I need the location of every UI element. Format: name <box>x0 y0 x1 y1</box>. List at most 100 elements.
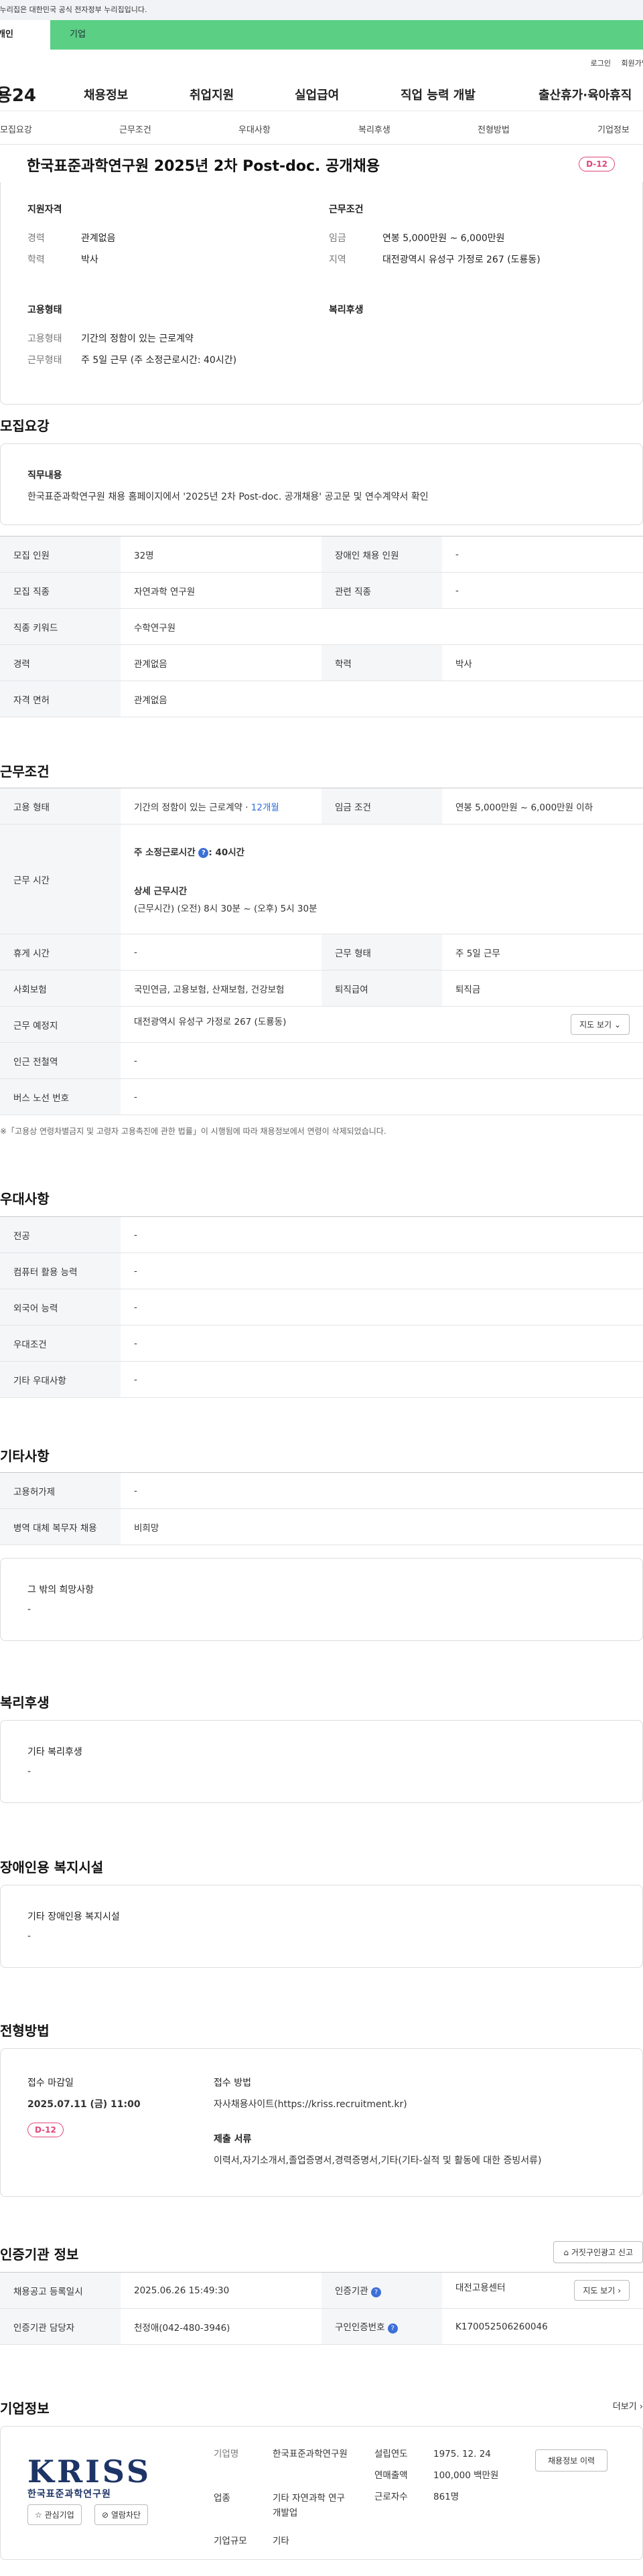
company-more-link[interactable]: 더보기 › <box>613 2399 643 2412</box>
row-header: 채용공고 등록일시 <box>0 2272 121 2309</box>
cond-wage: 임금 연봉 5,000만원 ~ 6,000만원 <box>329 228 610 249</box>
co-sales-value: 100,000 백만원 <box>433 2470 499 2481</box>
map-button-label: 지도 보기 <box>579 1020 612 1029</box>
table-row: 우대조건 - <box>0 1325 643 1362</box>
place-text: 대전광역시 유성구 가정로 267 (도룡동) <box>134 1017 287 1027</box>
duty-card: 직무내용 한국표준과학연구원 채용 홈페이지에서 '2025년 2차 Post-… <box>0 443 643 525</box>
summary-emp: 고용형태 고용형태 기간의 정함이 있는 근로계약 근무형태 주 5일 근무 (주 … <box>27 303 309 371</box>
row-value: - <box>121 1472 643 1509</box>
cert-org-value: 대전고용센터 <box>455 2283 506 2293</box>
anchor-preference[interactable]: 우대사항 <box>238 123 271 135</box>
table-row: 모집 직종 자연과학 연구원 관련 직종 - <box>0 572 643 609</box>
row-value: - <box>121 1253 643 1289</box>
alert-icon: ⌂ <box>563 2248 569 2257</box>
menu-parental-leave[interactable]: 출산휴가·육아휴직 <box>539 86 632 103</box>
row-header: 퇴직급여 <box>322 970 442 1007</box>
map-button[interactable]: 지도 보기 ⌄ <box>571 1014 630 1035</box>
co-founded-value: 1975. 12. 24 <box>433 2449 491 2459</box>
row-value: 천정애(042-480-3946) <box>121 2308 322 2345</box>
report-button[interactable]: ⌂ 거짓구인광고 신고 <box>553 2241 643 2263</box>
signup-link[interactable]: 회원가입 <box>622 58 643 68</box>
conditions-table: 고용 형태 기간의 정함이 있는 근로계약 · 12개월 임금 조건 연봉 5,… <box>0 788 643 1115</box>
anchor-recruit[interactable]: 모집요강 <box>0 123 32 135</box>
docs-heading: 제출 서류 <box>214 2134 252 2145</box>
row-header: 전공 <box>0 1216 121 1253</box>
qual-career-label: 경력 <box>27 233 45 244</box>
row-value: 대전광역시 유성구 가정로 267 (도룡동) 지도 보기 ⌄ <box>121 1006 643 1043</box>
info-icon[interactable]: ? <box>370 2287 381 2297</box>
qual-education: 학력 박사 <box>27 249 309 271</box>
main-nav: 고용24 채용정보 취업지원 실업급여 직업 능력 개발 출산휴가·육아휴직 <box>0 74 643 111</box>
row-value: 기간의 정함이 있는 근로계약 · 12개월 <box>121 788 322 825</box>
menu-jobs[interactable]: 채용정보 <box>84 86 128 103</box>
co-sales-label: 연매출액 <box>374 2470 408 2481</box>
table-row: 버스 노선 번호 - <box>0 1078 643 1115</box>
row-value: K170052506260046 <box>442 2308 643 2345</box>
anchor-welfare[interactable]: 복리후생 <box>358 123 390 135</box>
hours-line: 주 소정근로시간 ?: 40시간 <box>134 845 630 858</box>
chevron-right-icon: › <box>639 2402 643 2412</box>
emp-worktype-label: 근무형태 <box>27 355 62 366</box>
table-row: 직종 키워드 수학연구원 <box>0 608 643 645</box>
history-button[interactable]: 채용정보 이력 <box>535 2449 608 2472</box>
co-industry-label: 업종 <box>214 2493 230 2504</box>
summary-welfare: 복리후생 <box>329 303 610 328</box>
section-cert: 인증기관 정보 <box>0 2246 79 2263</box>
row-value: - <box>121 1361 643 1398</box>
tab-company[interactable]: 기업 <box>50 20 643 50</box>
tab-personal[interactable]: 개인 <box>0 20 50 50</box>
emp-type-label: 고용형태 <box>27 334 62 344</box>
company-logo: KRISS 한국표준과학연구원 <box>27 2453 161 2500</box>
login-link[interactable]: 로그인 <box>591 58 611 68</box>
site-logo[interactable]: 고용24 <box>0 82 36 106</box>
emp-type-value: 기간의 정함이 있는 근로계약 <box>81 334 194 344</box>
table-row: 근무 시간 주 소정근로시간 ?: 40시간 상세 근무시간 (근무시간) (오… <box>0 824 643 934</box>
cert-num-label: 구인인증번호 <box>335 2322 385 2333</box>
gov-banner-text: 이 누리집은 대한민국 공식 전자정부 누리집입니다. <box>0 5 147 14</box>
table-row: 전공 - <box>0 1216 643 1253</box>
interest-button[interactable]: ☆ 관심기업 <box>27 2504 82 2525</box>
row-header: 외국어 능력 <box>0 1289 121 1326</box>
block-button[interactable]: ⊘ 열람차단 <box>94 2504 149 2525</box>
util-row: 로그인 회원가입 <box>0 50 643 74</box>
etc-table: 고용허가제 - 병역 대체 복무자 채용 비희망 <box>0 1472 643 1545</box>
table-row: 기타 우대사항 - <box>0 1361 643 1398</box>
dday-badge: D-12 <box>579 157 615 171</box>
cert-map-button[interactable]: 지도 보기 › <box>574 2280 630 2301</box>
section-recruit: 모집요강 <box>0 418 50 434</box>
row-value: - <box>121 1078 643 1115</box>
more-label: 더보기 <box>612 2402 637 2412</box>
qual-education-value: 박사 <box>81 255 98 265</box>
row-header: 버스 노선 번호 <box>0 1078 121 1115</box>
anchor-company[interactable]: 기업정보 <box>597 123 630 135</box>
row-value: 퇴직금 <box>442 970 643 1007</box>
row-value: 비희망 <box>121 1508 643 1545</box>
row-header: 인근 전철역 <box>0 1042 121 1079</box>
co-scale-value: 기타 <box>273 2536 289 2547</box>
logo-en: KRISS <box>27 2453 152 2490</box>
anchor-selection[interactable]: 전형방법 <box>478 123 510 135</box>
menu-employment-support[interactable]: 취업지원 <box>190 86 234 103</box>
table-row: 인근 전철역 - <box>0 1042 643 1079</box>
menu-unemployment-benefit[interactable]: 실업급여 <box>295 86 339 103</box>
anchor-conditions[interactable]: 근무조건 <box>119 123 151 135</box>
table-row: 병역 대체 복무자 채용 비희망 <box>0 1508 643 1545</box>
table-row: 근무 예정지 대전광역시 유성구 가정로 267 (도룡동) 지도 보기 ⌄ <box>0 1006 643 1043</box>
table-row: 고용허가제 - <box>0 1472 643 1509</box>
row-value: 관계없음 <box>121 681 643 717</box>
row-header: 고용 형태 <box>0 788 121 825</box>
welfare-card: 기타 복리후생 - <box>0 1720 643 1803</box>
menu-job-training[interactable]: 직업 능력 개발 <box>401 86 476 103</box>
row-header: 사회보험 <box>0 970 121 1007</box>
info-icon[interactable]: ? <box>198 847 209 858</box>
info-icon[interactable]: ? <box>387 2323 398 2334</box>
table-row: 자격 면허 관계없음 <box>0 681 643 717</box>
deadline-heading: 접수 마감일 <box>27 2078 74 2088</box>
company-card: KRISS 한국표준과학연구원 ☆ 관심기업 ⊘ 열람차단 기업명 한국표준과학… <box>0 2426 643 2560</box>
chevron-down-icon: ⌄ <box>614 1020 621 1029</box>
duty-text: 한국표준과학연구원 채용 홈페이지에서 '2025년 2차 Post-doc. … <box>27 492 429 502</box>
emp-worktype: 근무형태 주 5일 근무 (주 소정근로시간: 40시간) <box>27 350 309 371</box>
disability-card-text: - <box>27 1931 31 1942</box>
row-value: 32명 <box>121 536 322 573</box>
section-preference: 우대사항 <box>0 1191 50 1207</box>
